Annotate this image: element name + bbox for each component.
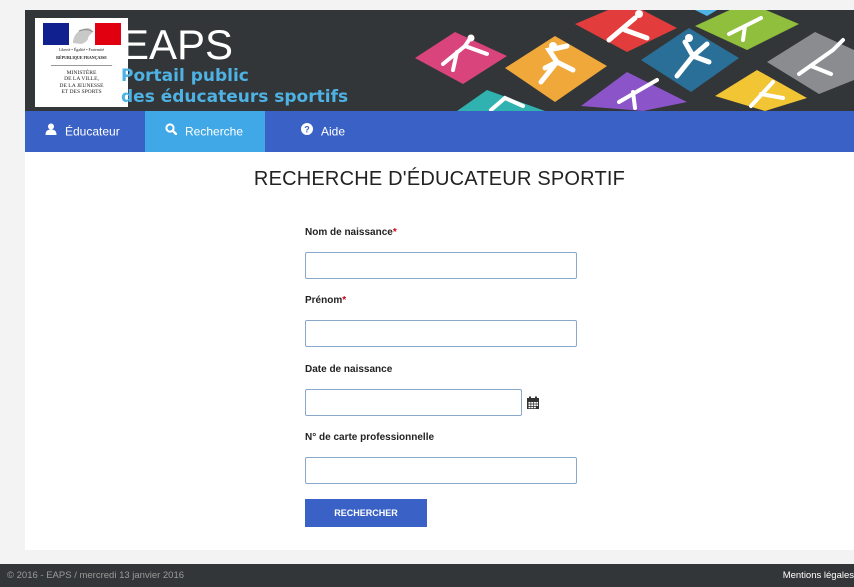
tile-pink-diamond [415, 32, 507, 84]
nav-item-aide[interactable]: ? Aide [287, 111, 407, 152]
tile-red-diamond [575, 10, 677, 52]
logo-divider [51, 65, 112, 66]
field-label-nom: Nom de naissance* [305, 227, 397, 238]
label-text: Prénom [305, 295, 343, 306]
nav-item-recherche[interactable]: Recherche [145, 111, 265, 152]
field-label-date-naissance: Date de naissance [305, 364, 392, 375]
marianne-flag-icon [43, 23, 121, 45]
sports-banner-image [415, 10, 854, 111]
prenom-input[interactable] [305, 320, 577, 347]
label-text: Nom de naissance [305, 227, 393, 238]
nom-naissance-input[interactable] [305, 252, 577, 279]
page-title: RECHERCHE D'ÉDUCATEUR SPORTIF [253, 168, 626, 190]
required-marker: * [342, 295, 347, 306]
tile-cyan-diamond [695, 10, 717, 16]
required-marker: * [392, 227, 397, 238]
field-label-prenom: Prénom* [305, 295, 346, 306]
tile-teal-diamond [457, 90, 545, 111]
mentions-legales-link[interactable]: Mentions légales [783, 564, 854, 587]
nav-item-educateur[interactable]: Éducateur [25, 111, 145, 152]
site-footer: © 2016 - EAPS / mercredi 13 janvier 2016… [0, 564, 854, 587]
ministry-line: ET DES SPORTS [61, 89, 102, 96]
rechercher-button[interactable]: RECHERCHER [305, 499, 427, 527]
label-text: Date de naissance [305, 364, 393, 375]
content-area [25, 150, 854, 550]
republic-name: RÉPUBLIQUE FRANÇAISE [56, 55, 107, 60]
main-nav: Éducateur Recherche ? Aide [25, 111, 854, 152]
republic-motto: Liberté • Égalité • Fraternité [58, 47, 105, 52]
nav-item-label: Aide [321, 124, 346, 139]
nav-item-label: Éducateur [65, 124, 120, 139]
svg-text:?: ? [304, 125, 310, 135]
site-subtitle-line2: des éducateurs sportifs [121, 87, 349, 107]
field-label-carte-pro: N° de carte professionnelle [305, 432, 434, 443]
marianne-profile-icon [73, 28, 94, 44]
ministry-logo[interactable]: Liberté • Égalité • Fraternité RÉPUBLIQU… [35, 18, 128, 107]
nav-item-label: Recherche [185, 124, 244, 139]
carte-professionnelle-input[interactable] [305, 457, 577, 484]
site-header: Liberté • Égalité • Fraternité RÉPUBLIQU… [25, 10, 854, 111]
search-icon [165, 111, 178, 152]
site-subtitle-line1: Portail public [121, 66, 249, 86]
label-text: N° de carte professionnelle [305, 432, 435, 443]
ministry-name: MINISTÈRE DE LA VILLE, DE LA JEUNESSE ET… [39, 70, 124, 96]
calendar-icon[interactable] [526, 396, 540, 410]
question-circle-icon: ? [301, 111, 313, 152]
user-icon [45, 111, 57, 152]
tile-orange-diamond [505, 36, 607, 102]
footer-copyright: © 2016 - EAPS / mercredi 13 janvier 2016 [7, 570, 185, 581]
site-title[interactable]: EAPS [121, 24, 233, 66]
date-naissance-input[interactable] [305, 389, 522, 416]
